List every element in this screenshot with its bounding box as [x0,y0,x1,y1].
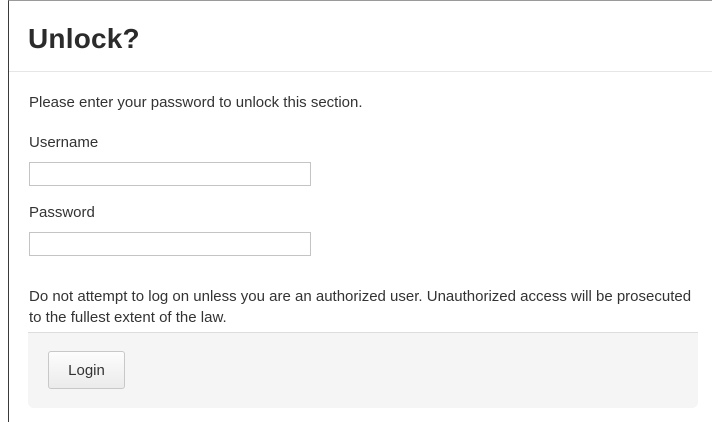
password-input[interactable] [29,232,311,256]
login-button[interactable]: Login [48,351,125,389]
dialog-title: Unlock? [28,23,140,54]
username-label: Username [29,134,99,151]
password-label: Password [29,204,95,221]
username-input[interactable] [29,162,311,186]
warning-text: Do not attempt to log on unless you are … [29,288,692,326]
unlock-dialog: Unlock? Please enter your password to un… [8,0,712,422]
dialog-header: Unlock? [9,1,712,72]
intro-text: Please enter your password to unlock thi… [29,94,363,111]
dialog-footer: Login [28,332,698,408]
